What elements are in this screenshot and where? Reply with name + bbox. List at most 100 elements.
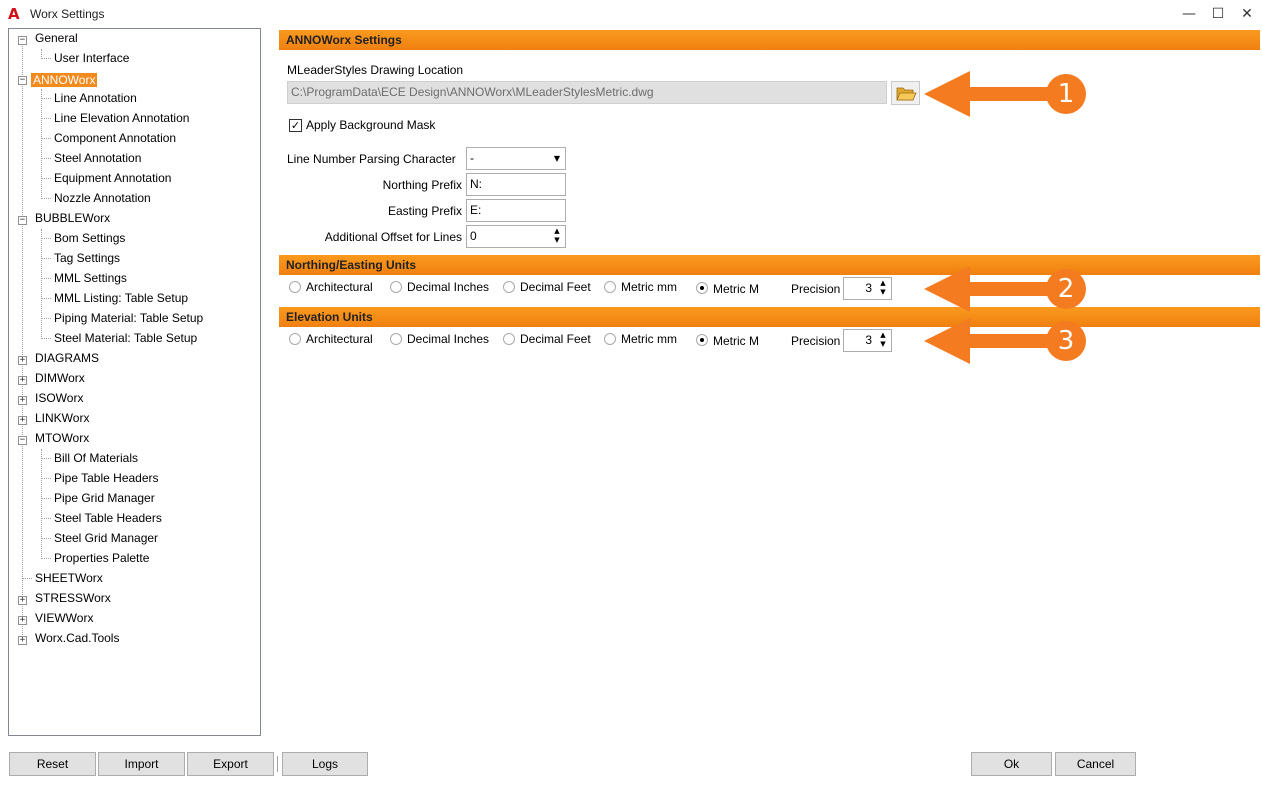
- callout-arrow-2: [924, 266, 1050, 312]
- spin-up-down-icon[interactable]: ▲ ▼: [878, 331, 888, 349]
- tree-item-component-annotation[interactable]: Component Annotation: [52, 129, 178, 147]
- ne-radio-decimal-inches[interactable]: [390, 281, 402, 293]
- tree-item-properties-palette[interactable]: Properties Palette: [52, 549, 151, 567]
- tree-item-diagrams[interactable]: DIAGRAMS: [33, 349, 101, 367]
- ne-radio-metric-m[interactable]: [696, 282, 708, 294]
- ne-precision-spinner[interactable]: 3 ▲ ▼: [843, 277, 892, 300]
- tree-item-viewworx[interactable]: VIEWWorx: [33, 609, 95, 627]
- expand-icon[interactable]: +: [18, 356, 27, 365]
- tree-item-bill-of-materials[interactable]: Bill Of Materials: [52, 449, 140, 467]
- el-precision-label: Precision: [791, 334, 841, 348]
- mleader-path-field[interactable]: C:\ProgramData\ECE Design\ANNOWorx\MLead…: [287, 81, 887, 104]
- tree-item-mtoworx[interactable]: MTOWorx: [33, 429, 91, 447]
- easting-prefix-input[interactable]: E:: [466, 199, 566, 222]
- mleader-label: MLeaderStyles Drawing Location: [287, 63, 464, 77]
- additional-offset-value: 0: [470, 229, 477, 243]
- tree-item-stressworx[interactable]: STRESSWorx: [33, 589, 113, 607]
- collapse-icon[interactable]: −: [18, 36, 27, 45]
- tree-item-worxcadtools[interactable]: Worx.Cad.Tools: [33, 629, 121, 647]
- elevation-units-header: Elevation Units: [279, 307, 1260, 327]
- callout-arrow-3: [924, 318, 1050, 364]
- tree-item-sheetworx[interactable]: SHEETWorx: [33, 569, 105, 587]
- tree-item-pipe-table-headers[interactable]: Pipe Table Headers: [52, 469, 161, 487]
- tree-item-mml-listing[interactable]: MML Listing: Table Setup: [52, 289, 190, 307]
- spin-up-down-icon[interactable]: ▲ ▼: [878, 279, 888, 297]
- northing-prefix-input[interactable]: N:: [466, 173, 566, 196]
- tree-item-general[interactable]: General: [33, 29, 80, 47]
- ne-label-metric-m: Metric M: [713, 282, 759, 296]
- ok-button[interactable]: Ok: [971, 752, 1052, 776]
- expand-icon[interactable]: +: [18, 616, 27, 625]
- line-number-parsing-combo[interactable]: - ▼: [466, 147, 566, 170]
- ne-label-architectural: Architectural: [306, 280, 373, 294]
- ne-radio-metric-mm[interactable]: [604, 281, 616, 293]
- collapse-icon[interactable]: −: [18, 76, 27, 85]
- logs-button[interactable]: Logs: [282, 752, 368, 776]
- window-title: Worx Settings: [30, 7, 105, 21]
- tree-item-steel-annotation[interactable]: Steel Annotation: [52, 149, 143, 167]
- close-button[interactable]: ✕: [1232, 0, 1262, 28]
- ne-label-decimal-inches: Decimal Inches: [407, 280, 490, 294]
- collapse-icon[interactable]: −: [18, 216, 27, 225]
- tree-item-line-annotation[interactable]: Line Annotation: [52, 89, 139, 107]
- tree-item-tag-settings[interactable]: Tag Settings: [52, 249, 122, 267]
- ne-label-metric-mm: Metric mm: [621, 280, 677, 294]
- el-radio-architectural[interactable]: [289, 333, 301, 345]
- tree-item-pipe-grid-manager[interactable]: Pipe Grid Manager: [52, 489, 157, 507]
- ne-precision-label: Precision: [791, 282, 841, 296]
- export-button[interactable]: Export: [187, 752, 274, 776]
- tree-item-nozzle-annotation[interactable]: Nozzle Annotation: [52, 189, 153, 207]
- apply-background-mask-checkbox[interactable]: ✓: [289, 119, 302, 132]
- ne-radio-decimal-feet[interactable]: [503, 281, 515, 293]
- callout-arrow-1: [924, 71, 1050, 117]
- tree-item-steel-table-headers[interactable]: Steel Table Headers: [52, 509, 164, 527]
- tree-item-annoworx[interactable]: ANNOWorx: [31, 71, 98, 89]
- el-radio-decimal-feet[interactable]: [503, 333, 515, 345]
- tree-item-dimworx[interactable]: DIMWorx: [33, 369, 87, 387]
- ne-label-decimal-feet: Decimal Feet: [520, 280, 591, 294]
- tree-item-piping-material[interactable]: Piping Material: Table Setup: [52, 309, 205, 327]
- minimize-button[interactable]: —: [1174, 0, 1204, 28]
- ne-radio-architectural[interactable]: [289, 281, 301, 293]
- tree-item-bom-settings[interactable]: Bom Settings: [52, 229, 127, 247]
- el-label-decimal-feet: Decimal Feet: [520, 332, 591, 346]
- el-radio-metric-m[interactable]: [696, 334, 708, 346]
- apply-background-mask-label: Apply Background Mask: [306, 118, 436, 132]
- callout-badge-1: 1: [1046, 74, 1086, 114]
- tree-item-mml-settings[interactable]: MML Settings: [52, 269, 129, 287]
- cancel-button[interactable]: Cancel: [1055, 752, 1136, 776]
- el-radio-metric-mm[interactable]: [604, 333, 616, 345]
- browse-button[interactable]: [891, 81, 920, 105]
- expand-icon[interactable]: +: [18, 636, 27, 645]
- annoworx-settings-header: ANNOWorx Settings: [279, 30, 1260, 50]
- collapse-icon[interactable]: −: [18, 436, 27, 445]
- easting-prefix-label: Easting Prefix: [387, 204, 462, 218]
- ne-precision-value: 3: [865, 281, 872, 295]
- reset-button[interactable]: Reset: [9, 752, 96, 776]
- settings-tree[interactable]: − General User Interface − ANNOWorx Line…: [8, 28, 261, 736]
- el-radio-decimal-inches[interactable]: [390, 333, 402, 345]
- el-precision-spinner[interactable]: 3 ▲ ▼: [843, 329, 892, 352]
- additional-offset-label: Additional Offset for Lines: [324, 230, 462, 244]
- tree-item-steel-material[interactable]: Steel Material: Table Setup: [52, 329, 199, 347]
- expand-icon[interactable]: +: [18, 376, 27, 385]
- maximize-button[interactable]: ☐: [1203, 0, 1233, 28]
- callout-badge-3: 3: [1046, 321, 1086, 361]
- tree-item-isoworx[interactable]: ISOWorx: [33, 389, 85, 407]
- additional-offset-spinner[interactable]: 0 ▲ ▼: [466, 225, 566, 248]
- tree-item-user-interface[interactable]: User Interface: [52, 49, 131, 67]
- tree-item-equipment-annotation[interactable]: Equipment Annotation: [52, 169, 173, 187]
- button-separator: [277, 756, 278, 772]
- spin-up-down-icon[interactable]: ▲ ▼: [552, 227, 562, 245]
- callout-badge-2: 2: [1046, 269, 1086, 309]
- expand-icon[interactable]: +: [18, 416, 27, 425]
- expand-icon[interactable]: +: [18, 596, 27, 605]
- tree-item-line-elevation-annotation[interactable]: Line Elevation Annotation: [52, 109, 191, 127]
- expand-icon[interactable]: +: [18, 396, 27, 405]
- title-bar: A Worx Settings — ☐ ✕: [0, 0, 1262, 28]
- tree-item-linkworx[interactable]: LINKWorx: [33, 409, 91, 427]
- northing-prefix-label: Northing Prefix: [382, 178, 462, 192]
- tree-item-bubbleworx[interactable]: BUBBLEWorx: [33, 209, 112, 227]
- tree-item-steel-grid-manager[interactable]: Steel Grid Manager: [52, 529, 160, 547]
- import-button[interactable]: Import: [98, 752, 185, 776]
